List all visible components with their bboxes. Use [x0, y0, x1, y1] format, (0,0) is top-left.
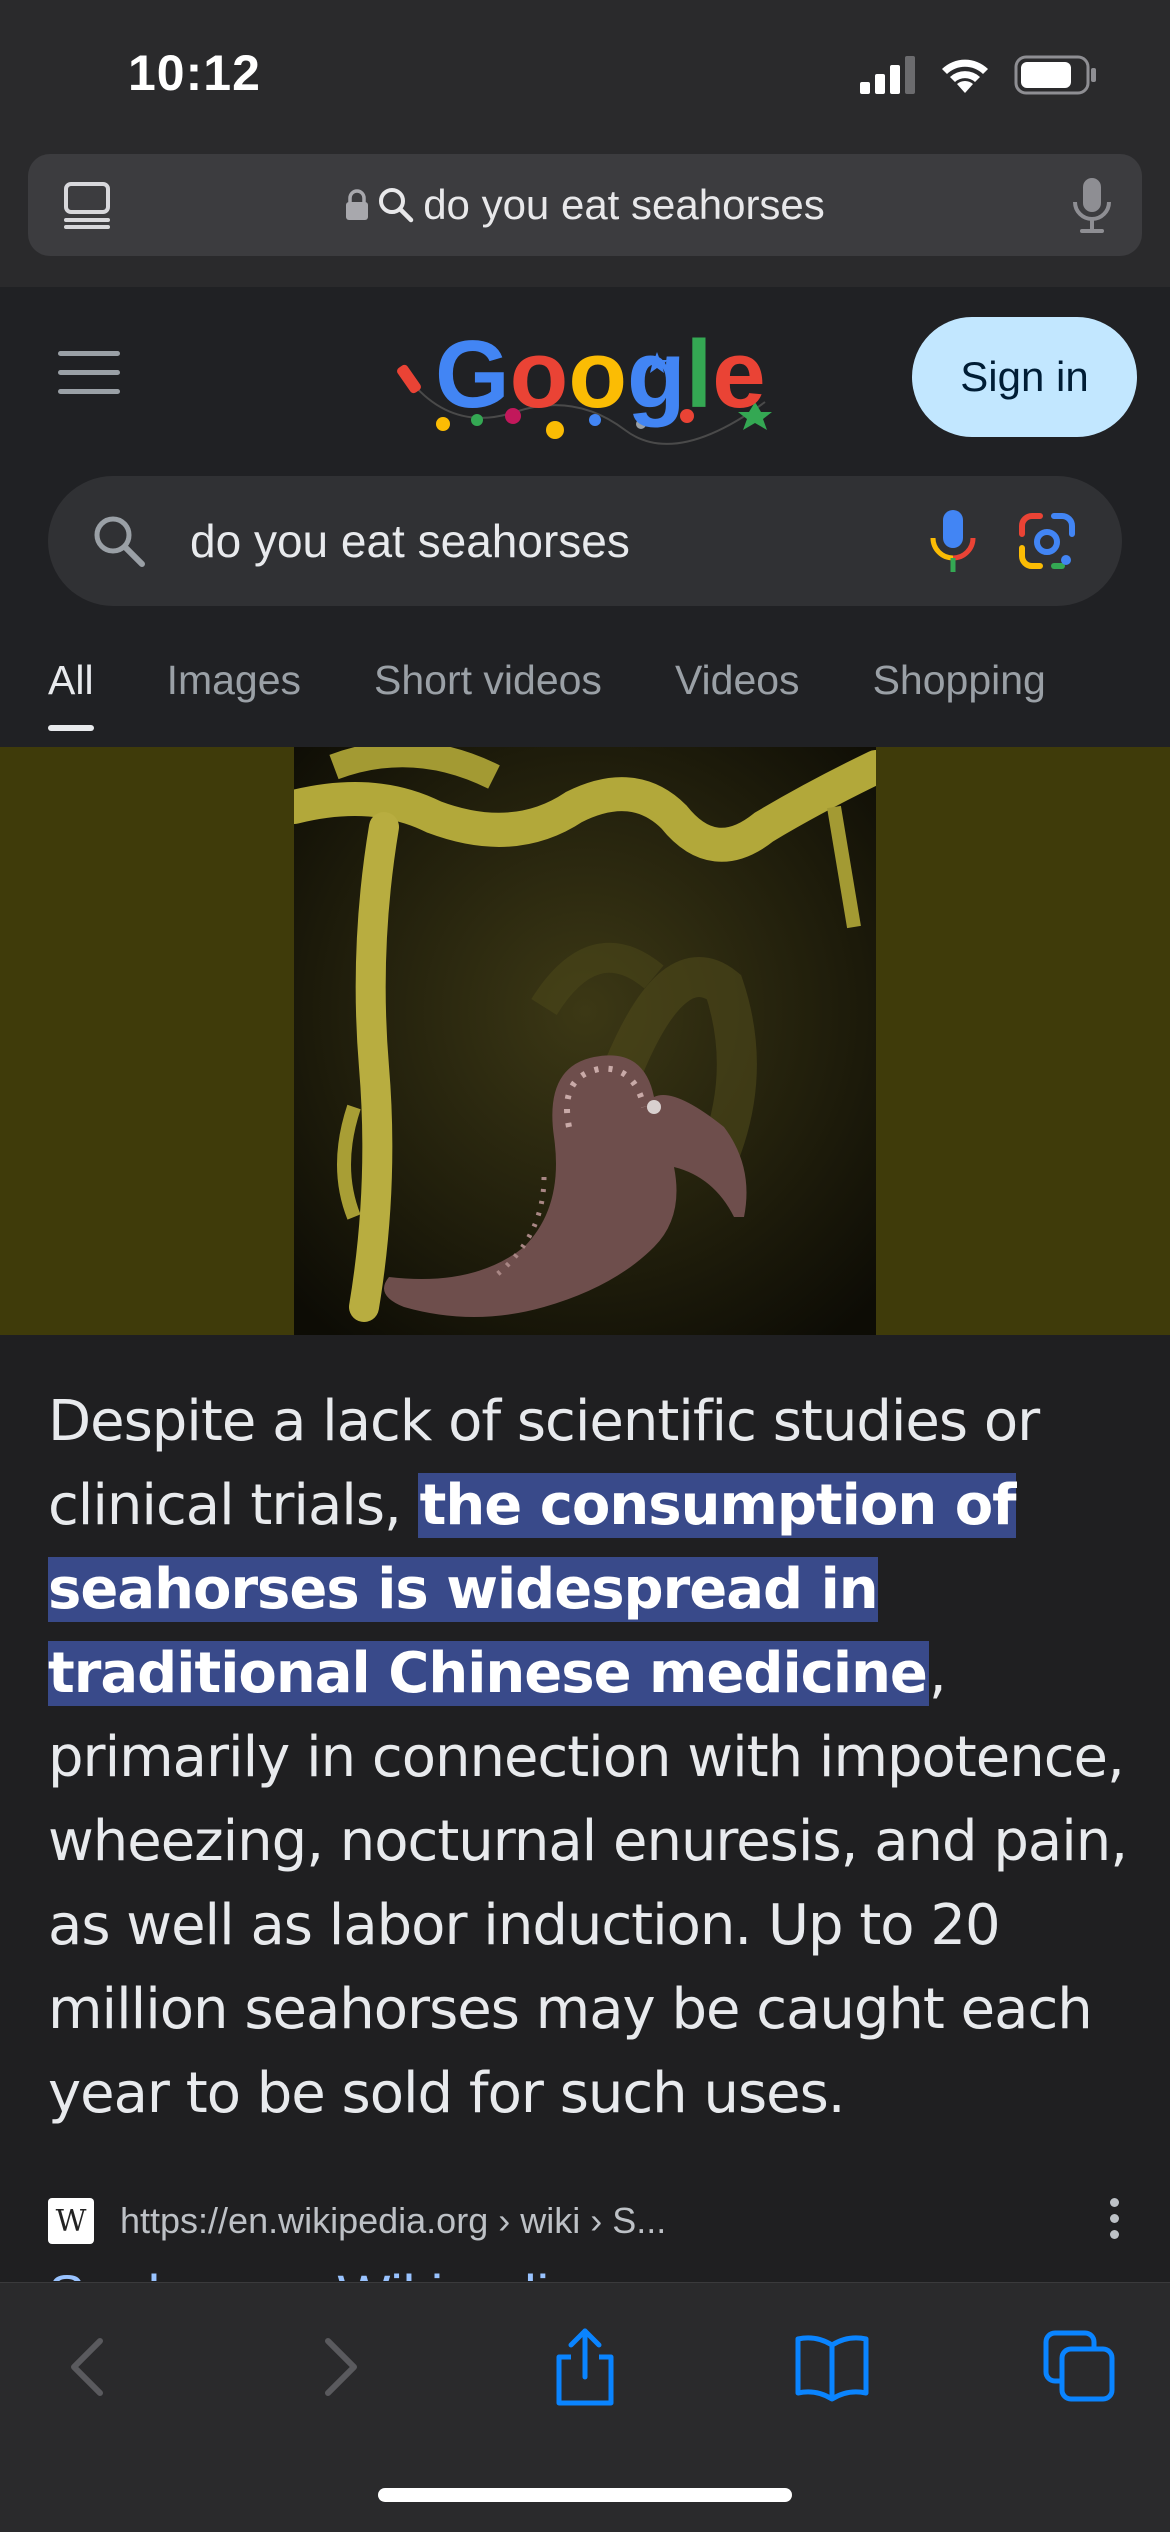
tab-all[interactable]: All	[48, 657, 94, 731]
book-icon[interactable]	[792, 2327, 872, 2407]
source-url[interactable]: https://en.wikipedia.org › wiki › S...	[120, 2200, 666, 2242]
more-options-icon[interactable]	[1106, 2198, 1122, 2242]
hamburger-menu-icon[interactable]	[58, 351, 120, 395]
tab-images[interactable]: Images	[167, 657, 301, 729]
featured-snippet-text: Despite a lack of scientific studies or …	[48, 1380, 1128, 2136]
wifi-icon	[942, 59, 988, 93]
tab-videos[interactable]: Videos	[675, 657, 800, 729]
share-icon[interactable]	[545, 2327, 625, 2407]
status-time: 10:12	[128, 45, 261, 101]
battery-icon	[1014, 55, 1096, 95]
sign-in-button[interactable]: Sign in	[912, 317, 1137, 437]
google-lens-icon[interactable]	[1018, 512, 1076, 570]
seahorse-photo[interactable]	[294, 747, 876, 1335]
tabs-overview-icon[interactable]	[1040, 2327, 1120, 2407]
status-icons	[860, 54, 1098, 96]
status-bar: 10:12	[0, 0, 1170, 150]
google-doodle-logo[interactable]: Google	[395, 312, 775, 452]
screen: 10:12 do you eat seahorses Google Sign i…	[0, 0, 1170, 2532]
svg-text:Google: Google	[435, 321, 766, 428]
address-bar[interactable]: do you eat seahorses	[28, 154, 1142, 256]
wikipedia-favicon-icon: W	[48, 2198, 94, 2244]
result-title[interactable]: Seahorse - Wikipedia	[48, 2255, 580, 2281]
source-row[interactable]: W https://en.wikipedia.org › wiki › S...	[48, 2196, 1122, 2246]
search-box[interactable]: do you eat seahorses	[48, 476, 1122, 606]
lock-icon	[346, 189, 369, 220]
safari-top-bar: do you eat seahorses	[0, 150, 1170, 287]
chevron-right-icon[interactable]	[300, 2327, 380, 2407]
tab-short-videos[interactable]: Short videos	[374, 657, 602, 729]
url-center[interactable]: do you eat seahorses	[28, 154, 1142, 256]
search-input[interactable]: do you eat seahorses	[190, 514, 630, 568]
snippet-post: , primarily in connection with impotence…	[48, 1641, 1128, 2126]
cellular-signal-icon	[860, 56, 915, 94]
url-text: do you eat seahorses	[423, 181, 825, 228]
voice-search-mic-icon[interactable]	[928, 508, 978, 574]
search-tabs: All Images Short videos Videos Shopping	[48, 657, 1119, 747]
featured-image-band	[0, 747, 1170, 1335]
tab-shopping[interactable]: Shopping	[873, 657, 1046, 729]
search-icon	[94, 516, 145, 567]
chevron-left-icon[interactable]	[48, 2327, 128, 2407]
google-header: Google Sign in do you eat seahorses All …	[0, 287, 1170, 747]
search-icon	[379, 188, 414, 223]
mic-icon[interactable]	[1070, 176, 1114, 234]
home-indicator[interactable]	[378, 2488, 792, 2502]
